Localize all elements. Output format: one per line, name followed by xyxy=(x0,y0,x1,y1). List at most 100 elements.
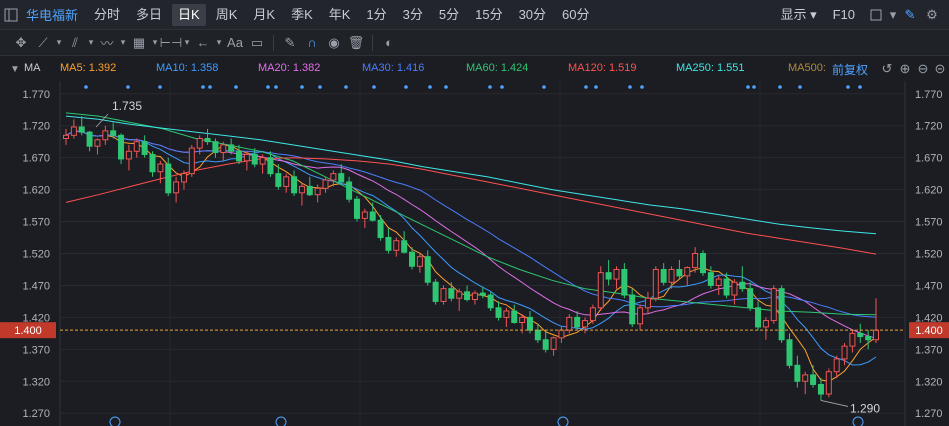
event-dot xyxy=(444,85,448,89)
draw-pen-icon[interactable]: ✎ xyxy=(899,4,921,26)
divider xyxy=(372,34,373,51)
candle-body xyxy=(873,329,879,341)
ma-legend-item: MA60: 1.424 xyxy=(466,62,529,74)
candle-body xyxy=(668,268,675,283)
period-tab[interactable]: 15分 xyxy=(469,4,508,26)
period-tab[interactable]: 季K xyxy=(285,4,319,26)
event-dot xyxy=(234,85,238,89)
event-dot xyxy=(404,85,408,89)
candle-body xyxy=(298,185,305,194)
period-tab[interactable]: 30分 xyxy=(513,4,552,26)
candle-body xyxy=(723,278,730,296)
ma-legend-item: MA500: xyxy=(788,62,826,74)
candle-body xyxy=(652,268,659,299)
candle-body xyxy=(857,332,864,338)
candle-body xyxy=(283,176,290,187)
period-tab[interactable]: 3分 xyxy=(397,4,429,26)
candle-body xyxy=(644,297,651,309)
period-tab[interactable]: 年K xyxy=(323,4,357,26)
candle-body xyxy=(605,272,612,280)
candle-body xyxy=(63,134,69,140)
line-icon[interactable]: ⟋ xyxy=(32,32,54,54)
magnet-icon[interactable]: ∩ xyxy=(301,32,323,54)
layout-icon[interactable] xyxy=(865,4,887,26)
channel-icon[interactable]: ⫽ xyxy=(64,32,86,54)
candle-body xyxy=(118,134,125,160)
indicator-label[interactable]: MA xyxy=(24,62,41,74)
candle-body xyxy=(841,345,848,360)
candle-body xyxy=(660,268,667,283)
period-tab[interactable]: 1分 xyxy=(360,4,392,26)
wave-icon[interactable]: 〰 xyxy=(96,32,118,54)
y-tick-label: 1.370 xyxy=(22,344,50,356)
candle-body xyxy=(94,139,101,147)
period-tab[interactable]: 日K xyxy=(172,3,206,26)
y-axis-right: 1.7701.7201.6701.6201.5701.5201.4701.420… xyxy=(915,89,943,420)
event-dot xyxy=(488,85,492,89)
candle-body xyxy=(464,291,471,300)
f10-button[interactable]: F10 xyxy=(827,4,861,26)
period-tab[interactable]: 60分 xyxy=(556,4,595,26)
candle-body xyxy=(511,310,518,323)
candle-body xyxy=(133,141,140,152)
candle-body xyxy=(613,268,620,280)
chevron-down-icon[interactable]: ▾ xyxy=(54,32,64,54)
settings-icon[interactable]: ⚙ xyxy=(921,4,943,26)
ma-legend-item: MA30: 1.416 xyxy=(362,62,425,74)
minus-icon[interactable]: ⊝ xyxy=(929,58,949,80)
kline-chart[interactable]: 1.7701.7201.6701.6201.5701.5201.4701.420… xyxy=(0,81,949,426)
toggle-icon[interactable]: ◐ xyxy=(378,32,400,54)
event-dot xyxy=(266,85,270,89)
event-dot xyxy=(300,85,304,89)
y-tick-label: 1.520 xyxy=(22,249,50,261)
trash-icon[interactable]: 🗑 xyxy=(345,32,367,54)
adjust-button[interactable]: 前复权 xyxy=(832,61,868,78)
period-tab[interactable]: 5分 xyxy=(433,4,465,26)
chevron-down-icon[interactable]: ▾ xyxy=(118,32,128,54)
period-tab[interactable]: 周K xyxy=(210,4,244,26)
candle-body xyxy=(401,240,408,253)
cursor-icon[interactable]: ✥ xyxy=(10,32,32,54)
period-tab[interactable]: 多日 xyxy=(130,4,168,26)
candle-body xyxy=(377,219,384,239)
chevron-down-icon[interactable]: ▾ xyxy=(182,32,192,54)
moving-average-lines xyxy=(65,112,877,382)
y-axis-left: 1.7701.7201.6701.6201.5701.5201.4701.420… xyxy=(22,89,50,420)
chevron-down-icon[interactable]: ▾ xyxy=(214,32,224,54)
candle-body xyxy=(778,288,785,341)
y-tick-label: 1.320 xyxy=(915,376,943,388)
comment-icon[interactable]: ▭ xyxy=(246,32,268,54)
candle-body xyxy=(802,374,809,382)
period-toolbar: 华电福新 分时 多日 日K 周K 月K 季K 年K 1分 3分 5分 15分 30分 60分 显示 ▾ … xyxy=(0,0,949,30)
ma-legend-item: MA20: 1.382 xyxy=(258,62,321,74)
measure-icon[interactable]: ▦ xyxy=(128,32,150,54)
high-annotation: 1.735 xyxy=(112,99,142,113)
candle-body xyxy=(597,272,604,309)
period-tab[interactable]: 分时 xyxy=(88,4,126,26)
candle-body xyxy=(762,320,769,328)
event-dot xyxy=(318,85,322,89)
period-tab[interactable]: 月K xyxy=(247,4,281,26)
pen-icon[interactable]: ✎ xyxy=(279,32,301,54)
candle-body xyxy=(267,157,274,175)
stock-name[interactable]: 华电福新 xyxy=(26,5,78,24)
sidebar-toggle-icon[interactable] xyxy=(0,4,22,26)
arrow-left-icon[interactable]: ← xyxy=(192,32,214,54)
candle-body xyxy=(196,138,203,149)
price-tag-right-label: 1.400 xyxy=(915,325,943,337)
text-icon[interactable]: Aa xyxy=(224,32,246,54)
display-dropdown[interactable]: 显示 ▾ xyxy=(774,4,822,26)
chevron-down-icon[interactable]: ▾ xyxy=(887,4,899,26)
display-label: 显示 xyxy=(780,7,807,22)
chevron-down-icon[interactable]: ▾ xyxy=(150,32,160,54)
candlesticks xyxy=(63,116,879,401)
chevron-down-icon[interactable]: ▾ xyxy=(86,32,96,54)
interval-icon[interactable]: ⊢⊣ xyxy=(160,32,183,54)
eye-icon[interactable]: ◉ xyxy=(323,32,345,54)
collapse-icon[interactable]: ▼ xyxy=(4,58,26,80)
candle-body xyxy=(110,130,117,136)
price-tag-left-label: 1.400 xyxy=(14,325,42,337)
event-dot xyxy=(542,85,546,89)
event-dot xyxy=(208,85,212,89)
candle-body xyxy=(676,268,683,277)
